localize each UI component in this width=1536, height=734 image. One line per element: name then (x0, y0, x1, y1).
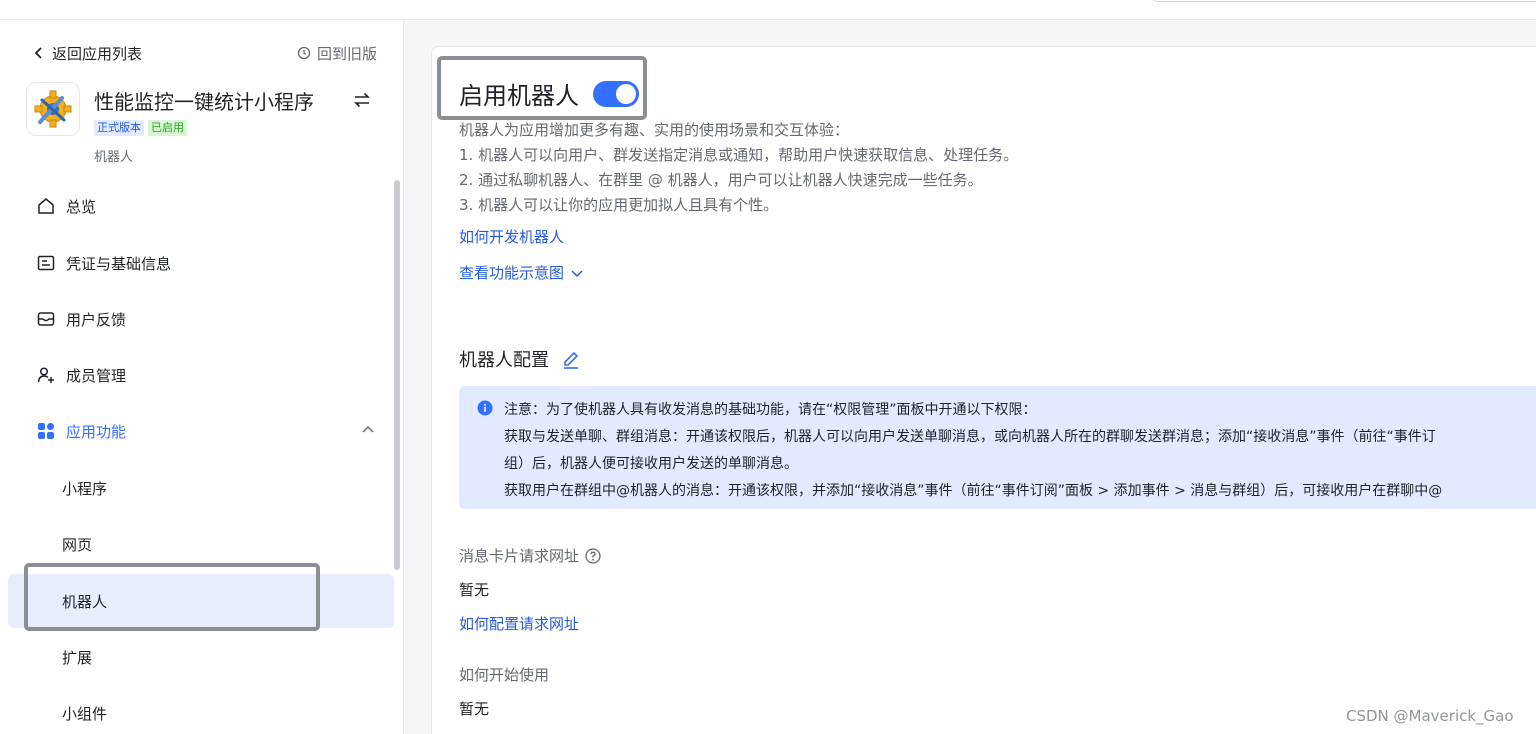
nav-item-feedback[interactable]: 用户反馈 (8, 292, 394, 346)
chevron-down-icon (571, 269, 583, 277)
how-to-use-label: 如何开始使用 (459, 666, 550, 684)
app-type-label: 机器人 (94, 150, 134, 165)
toggle-knob (616, 83, 636, 104)
nav-item-members[interactable]: 成员管理 (8, 348, 394, 402)
nav-group-features[interactable]: 应用功能 (8, 404, 394, 458)
history-icon (297, 46, 311, 60)
sidebar-scrollbar[interactable] (394, 180, 400, 570)
back-to-app-list-link[interactable]: 返回应用列表 (32, 43, 142, 64)
desc-line: 3. 机器人可以让你的应用更加拟人且具有个性。 (459, 196, 779, 214)
home-icon (36, 196, 56, 216)
how-to-develop-bot-link[interactable]: 如何开发机器人 (459, 226, 564, 247)
nav-label-miniprogram: 小程序 (62, 479, 108, 498)
switch-app-icon[interactable] (352, 90, 372, 110)
add-user-icon (36, 365, 56, 385)
nav-label-feedback: 用户反馈 (66, 310, 127, 329)
nav-item-miniprogram[interactable]: 小程序 (8, 461, 394, 515)
enable-bot-toggle[interactable] (593, 80, 639, 107)
nav-item-credentials[interactable]: 凭证与基础信息 (8, 236, 394, 290)
nav-label-features: 应用功能 (66, 422, 127, 441)
config-request-url-link[interactable]: 如何配置请求网址 (459, 613, 579, 634)
card-url-label-row: 消息卡片请求网址 (459, 545, 601, 566)
sidebar: 返回应用列表 回到旧版 性能监控一键统计小程序 正式版本 已启用 机器人 总览 … (0, 20, 404, 734)
view-diagram-label: 查看功能示意图 (459, 264, 565, 282)
nav-item-webpage[interactable]: 网页 (8, 517, 394, 571)
desc-line: 2. 通过私聊机器人、在群里 @ 机器人，用户可以让机器人快速完成一些任务。 (459, 171, 983, 189)
nav-label-credentials: 凭证与基础信息 (66, 254, 172, 273)
nav-label-widget: 小组件 (62, 704, 108, 723)
card-url-label: 消息卡片请求网址 (459, 547, 580, 565)
edit-icon[interactable] (561, 349, 581, 369)
sidebar-header: 返回应用列表 回到旧版 (32, 42, 377, 64)
nav-label-webpage: 网页 (62, 535, 93, 554)
notice-line: 注意：为了使机器人具有收发消息的基础功能，请在“权限管理”面板中开通以下权限： (504, 402, 1037, 418)
id-card-icon (36, 253, 56, 273)
nav-label-bot: 机器人 (62, 592, 108, 611)
top-bar (0, 0, 1536, 20)
app-badges: 正式版本 已启用 (94, 120, 187, 136)
desc-line: 机器人为应用增加更多有趣、实用的使用场景和交互体验： (459, 121, 850, 139)
nav-item-bot[interactable]: 机器人 (8, 574, 394, 628)
notice-line: 获取与发送单聊、群组消息：开通该权限后，机器人可以向用户发送单聊消息，或向机器人… (504, 429, 1436, 445)
inbox-icon (36, 309, 56, 329)
app-logo-icon (26, 82, 80, 136)
card-url-value: 暂无 (459, 581, 490, 599)
bot-description: 机器人为应用增加更多有趣、实用的使用场景和交互体验： 1. 机器人可以向用户、群… (459, 118, 1018, 218)
desc-line: 1. 机器人可以向用户、群发送指定消息或通知，帮助用户快速获取信息、处理任务。 (459, 146, 1019, 164)
app-name: 性能监控一键统计小程序 (94, 90, 314, 114)
enable-bot-row: 启用机器人 (459, 76, 639, 111)
enabled-badge: 已启用 (148, 120, 187, 136)
nav-label-members: 成员管理 (66, 366, 127, 385)
back-to-old-version-link[interactable]: 回到旧版 (297, 43, 377, 64)
notice-text: 注意：为了使机器人具有收发消息的基础功能，请在“权限管理”面板中开通以下权限： … (504, 397, 1442, 505)
nav-item-overview[interactable]: 总览 (8, 179, 394, 233)
notice-line: 组）后，机器人便可接收用户发送的单聊消息。 (504, 456, 798, 472)
chevron-left-icon (34, 47, 42, 59)
bot-config-heading: 机器人配置 (459, 346, 581, 372)
app-card: 性能监控一键统计小程序 正式版本 已启用 机器人 (26, 82, 376, 166)
nav-label-extension: 扩展 (62, 648, 93, 667)
how-to-use-value: 暂无 (459, 700, 490, 718)
watermark: CSDN @Maverick_Gao (1346, 707, 1514, 725)
bot-config-title: 机器人配置 (459, 350, 549, 371)
nav-item-widget[interactable]: 小组件 (8, 686, 394, 734)
release-badge: 正式版本 (94, 120, 144, 136)
permission-notice: 注意：为了使机器人具有收发消息的基础功能，请在“权限管理”面板中开通以下权限： … (459, 386, 1536, 509)
view-diagram-link[interactable]: 查看功能示意图 (459, 262, 584, 283)
question-icon[interactable] (585, 547, 601, 564)
chevron-up-icon (362, 425, 374, 433)
grid-apps-icon (36, 421, 56, 441)
notice-line: 获取用户在群组中@机器人的消息：开通该权限，并添加“接收消息”事件（前往“事件订… (504, 483, 1443, 499)
nav-label-overview: 总览 (66, 197, 97, 216)
nav-item-extension[interactable]: 扩展 (8, 630, 394, 684)
old-version-label: 回到旧版 (316, 44, 377, 63)
back-label: 返回应用列表 (52, 44, 143, 63)
search-box-edge[interactable] (1152, 0, 1536, 2)
info-icon (477, 400, 493, 416)
enable-bot-title: 启用机器人 (459, 82, 579, 110)
